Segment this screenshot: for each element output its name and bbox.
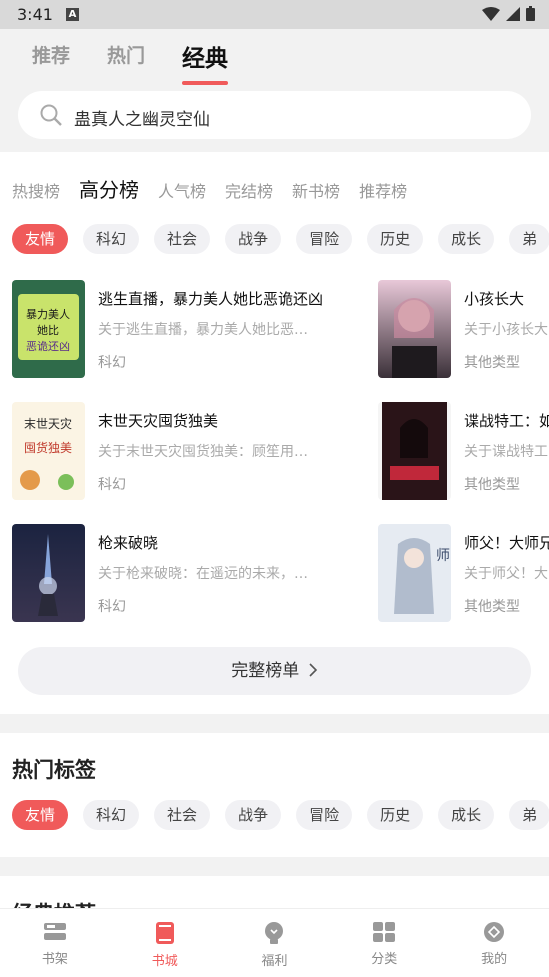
category-chip[interactable]: 历史 bbox=[367, 224, 424, 254]
category-chip[interactable]: 战争 bbox=[225, 224, 282, 254]
a-icon: A bbox=[66, 8, 79, 21]
svg-text:暴力美人: 暴力美人 bbox=[26, 308, 70, 321]
tag-chip[interactable]: 弟 bbox=[509, 800, 549, 830]
search-icon bbox=[40, 104, 62, 126]
book-cover bbox=[12, 524, 85, 622]
tag-chip[interactable]: 冒险 bbox=[296, 800, 353, 830]
book-cover: 暴力美人 她比 恶诡还凶 bbox=[12, 280, 85, 378]
nav-category[interactable]: 分类 bbox=[329, 909, 439, 977]
tag-chip[interactable]: 社会 bbox=[154, 800, 211, 830]
book-item[interactable]: 师 师父！大师兄 关于师父！大 其他类型 bbox=[378, 524, 549, 622]
book-item[interactable]: 暴力美人 她比 恶诡还凶 逃生直播，暴力美人她比恶诡还凶 关于逃生直播，暴力美人… bbox=[12, 280, 346, 378]
ranking-panel: 热搜榜 高分榜 人气榜 完结榜 新书榜 推荐榜 友情 科幻 社会 战争 冒险 历… bbox=[0, 152, 549, 714]
battery-icon bbox=[526, 6, 535, 21]
book-desc: 关于枪来破晓：在遥远的未来，… bbox=[98, 566, 308, 582]
book-genre: 其他类型 bbox=[464, 355, 520, 371]
book-cover: 师 bbox=[378, 524, 451, 622]
book-title: 末世天灾囤货独美 bbox=[98, 412, 219, 430]
section-title: 热门标签 bbox=[12, 758, 96, 782]
nav-label: 书架 bbox=[41, 952, 68, 967]
nav-label: 福利 bbox=[261, 954, 288, 969]
full-list-label: 完整榜单 bbox=[231, 661, 300, 681]
nav-profile[interactable]: 我的 bbox=[439, 909, 549, 977]
book-desc: 关于末世天灾囤货独美：顾笙用… bbox=[98, 444, 308, 460]
nav-label: 书城 bbox=[151, 954, 178, 969]
tab-recommend[interactable]: 推荐 bbox=[32, 41, 70, 75]
book-desc: 关于逃生直播，暴力美人她比恶… bbox=[98, 322, 308, 338]
full-list-button[interactable]: 完整榜单 bbox=[18, 647, 531, 695]
nav-bookshelf[interactable]: 书架 bbox=[0, 909, 110, 977]
search-placeholder: 蛊真人之幽灵空仙 bbox=[74, 110, 210, 130]
book-cover bbox=[378, 402, 451, 500]
category-chip[interactable]: 冒险 bbox=[296, 224, 353, 254]
nav-label: 我的 bbox=[481, 952, 508, 967]
rank-tab-new[interactable]: 新书榜 bbox=[292, 178, 340, 202]
tag-chip[interactable]: 友情 bbox=[12, 800, 69, 830]
rank-tab-popular[interactable]: 人气榜 bbox=[158, 178, 206, 202]
book-item[interactable]: 小孩长大 关于小孩长大 其他类型 bbox=[378, 280, 549, 378]
book-cover bbox=[378, 280, 451, 378]
book-title: 谍战特工：如 bbox=[464, 412, 549, 430]
svg-text:囤货独美: 囤货独美 bbox=[24, 440, 72, 455]
hot-tag-chips: 友情 科幻 社会 战争 冒险 历史 成长 弟 bbox=[12, 800, 549, 830]
book-title: 小孩长大 bbox=[464, 290, 525, 308]
category-chip[interactable]: 成长 bbox=[438, 224, 495, 254]
book-title: 师父！大师兄 bbox=[464, 534, 549, 552]
chevron-right-icon bbox=[309, 663, 317, 677]
nav-bookstore[interactable]: 书城 bbox=[110, 909, 220, 977]
profile-icon bbox=[484, 922, 505, 942]
book-desc: 关于小孩长大 bbox=[464, 322, 548, 338]
book-item[interactable]: 枪来破晓 关于枪来破晓：在遥远的未来，… 科幻 bbox=[12, 524, 346, 622]
tab-classic[interactable]: 经典 bbox=[182, 39, 229, 85]
book-desc: 关于谍战特工 bbox=[464, 444, 548, 460]
tag-chip[interactable]: 成长 bbox=[438, 800, 495, 830]
status-bar: 3:41 A bbox=[0, 0, 549, 29]
book-icon bbox=[155, 922, 174, 944]
svg-text:恶诡还凶: 恶诡还凶 bbox=[26, 339, 70, 353]
rank-tabs: 热搜榜 高分榜 人气榜 完结榜 新书榜 推荐榜 bbox=[12, 174, 426, 203]
bookshelf-icon bbox=[43, 923, 66, 940]
lightbulb-icon bbox=[265, 922, 284, 944]
book-title: 枪来破晓 bbox=[98, 534, 159, 552]
grid-icon bbox=[373, 922, 396, 942]
rank-tab-hot-search[interactable]: 热搜榜 bbox=[12, 178, 60, 202]
book-item[interactable]: 谍战特工：如 关于谍战特工 其他类型 bbox=[378, 402, 549, 500]
book-item[interactable]: 末世天灾 囤货独美 末世天灾囤货独美 关于末世天灾囤货独美：顾笙用… 科幻 bbox=[12, 402, 346, 500]
category-chip[interactable]: 社会 bbox=[154, 224, 211, 254]
book-genre: 科幻 bbox=[98, 355, 126, 371]
category-chips: 友情 科幻 社会 战争 冒险 历史 成长 弟 bbox=[12, 224, 549, 254]
book-cover: 末世天灾 囤货独美 bbox=[12, 402, 85, 500]
search-input[interactable]: 蛊真人之幽灵空仙 bbox=[18, 91, 531, 139]
tag-chip[interactable]: 科幻 bbox=[83, 800, 140, 830]
nav-label: 分类 bbox=[371, 952, 398, 967]
svg-text:末世天灾: 末世天灾 bbox=[24, 416, 72, 431]
tag-chip[interactable]: 战争 bbox=[225, 800, 282, 830]
wifi-icon bbox=[482, 6, 500, 21]
rank-tab-recommended[interactable]: 推荐榜 bbox=[359, 178, 407, 202]
status-time: 3:41 bbox=[17, 5, 53, 24]
tag-chip[interactable]: 历史 bbox=[367, 800, 424, 830]
category-chip[interactable]: 友情 bbox=[12, 224, 69, 254]
book-genre: 其他类型 bbox=[464, 477, 520, 493]
signal-icon bbox=[506, 6, 520, 21]
top-tabs: 推荐 热门 经典 bbox=[32, 39, 265, 85]
svg-text:她比: 她比 bbox=[37, 323, 59, 337]
rank-tab-completed[interactable]: 完结榜 bbox=[225, 178, 273, 202]
book-desc: 关于师父！大 bbox=[464, 566, 548, 582]
rank-tab-high-score[interactable]: 高分榜 bbox=[79, 174, 139, 203]
book-genre: 其他类型 bbox=[464, 599, 520, 615]
book-title: 逃生直播，暴力美人她比恶诡还凶 bbox=[98, 290, 324, 308]
category-chip[interactable]: 科幻 bbox=[83, 224, 140, 254]
hot-tags-section: 热门标签 友情 科幻 社会 战争 冒险 历史 成长 弟 bbox=[0, 733, 549, 857]
bottom-nav: 书架 书城 福利 分类 我的 bbox=[0, 908, 549, 977]
tab-hot[interactable]: 热门 bbox=[107, 41, 145, 75]
system-icons bbox=[482, 6, 535, 21]
category-chip[interactable]: 弟 bbox=[509, 224, 549, 254]
book-genre: 科幻 bbox=[98, 599, 126, 615]
nav-welfare[interactable]: 福利 bbox=[220, 909, 330, 977]
book-genre: 科幻 bbox=[98, 477, 126, 493]
svg-text:师: 师 bbox=[436, 548, 450, 564]
top-header: 推荐 热门 经典 蛊真人之幽灵空仙 bbox=[0, 29, 549, 152]
